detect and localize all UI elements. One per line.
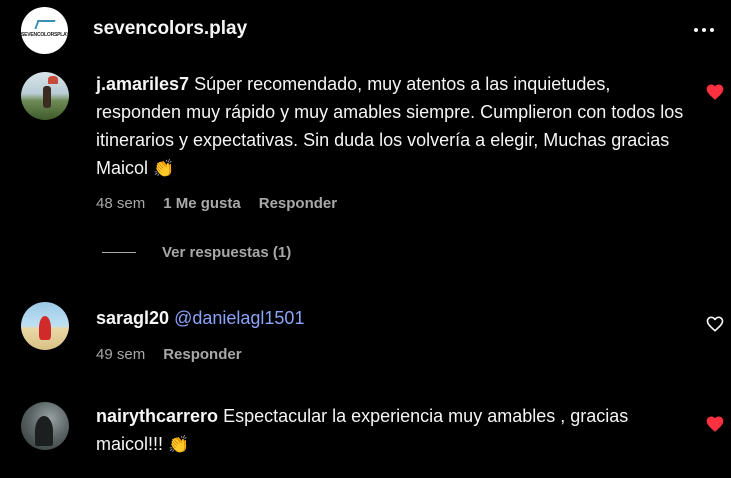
comment-time: 48 sem <box>96 195 146 212</box>
account-avatar[interactable]: SEVENCOLORSPLAY <box>21 7 68 54</box>
reply-button[interactable]: Responder <box>163 346 241 363</box>
reply-button[interactable]: Responder <box>259 195 337 212</box>
comment-username[interactable]: saragl20 <box>96 308 169 328</box>
logo-text: SEVENCOLORSPLAY <box>21 32 68 38</box>
comment-username[interactable]: j.amariles7 <box>96 74 189 94</box>
dot-icon <box>694 28 698 32</box>
divider <box>102 252 136 253</box>
mention-link[interactable]: @danielagl1501 <box>174 308 304 328</box>
heart-outline-icon[interactable] <box>705 314 725 334</box>
comment-username[interactable]: nairythcarrero <box>96 406 218 426</box>
comment-time: 49 sem <box>96 346 146 363</box>
clapping-hands-icon: 👏 <box>168 435 190 454</box>
avatar[interactable] <box>21 72 69 120</box>
heart-filled-icon[interactable] <box>705 414 725 434</box>
heart-filled-icon[interactable] <box>705 82 725 102</box>
more-options-button[interactable] <box>690 20 718 40</box>
avatar[interactable] <box>21 302 69 350</box>
account-name[interactable]: sevencolors.play <box>93 18 247 40</box>
comment-body: j.amariles7 Súper recomendado, muy atent… <box>96 70 696 182</box>
comment-meta: 48 sem 1 Me gusta Responder <box>96 195 337 212</box>
clapping-hands-icon: 👏 <box>153 159 175 178</box>
comment-body: saragl20 @danielagl1501 <box>96 304 696 332</box>
logo-icon <box>34 20 56 29</box>
dot-icon <box>710 28 714 32</box>
view-replies-button[interactable]: Ver respuestas (1) <box>102 244 291 261</box>
likes-count[interactable]: 1 Me gusta <box>163 195 241 212</box>
comment-body: nairythcarrero Espectacular la experienc… <box>96 402 696 458</box>
dot-icon <box>702 28 706 32</box>
post-header: SEVENCOLORSPLAY sevencolors.play <box>0 0 731 60</box>
avatar[interactable] <box>21 402 69 450</box>
comment-meta: 49 sem Responder <box>96 346 242 363</box>
view-replies-label: Ver respuestas (1) <box>162 244 292 261</box>
